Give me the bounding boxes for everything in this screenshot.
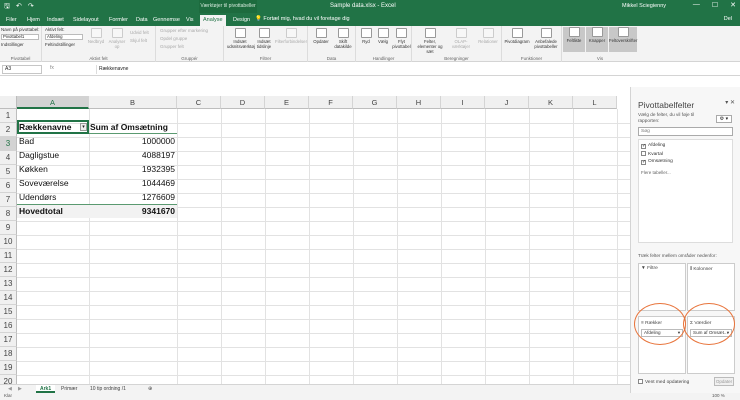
- highlight-circle-rows: [634, 303, 686, 345]
- defer-label: Vent med opdatering: [645, 380, 690, 385]
- pivot-item-label[interactable]: Køkken: [19, 162, 87, 176]
- pane-hint: Vælg de felter, du vil føje til rapporte…: [638, 112, 695, 123]
- sheet-tab-tip[interactable]: 10 tip ordning /1: [86, 385, 130, 393]
- sheet-nav-next-icon[interactable]: ▶: [14, 385, 26, 393]
- pivot-item-value[interactable]: 1000000: [90, 134, 175, 148]
- pivot-item-value[interactable]: 1932395: [90, 162, 175, 176]
- pivot-item-label[interactable]: Bad: [19, 134, 87, 148]
- field-checkbox-icon[interactable]: [641, 151, 646, 156]
- sheet-tab-primaer[interactable]: Primær: [57, 385, 81, 393]
- share-button[interactable]: Del: [724, 16, 732, 22]
- field-checkbox-checked-icon[interactable]: ✓: [641, 160, 646, 165]
- sheet-tab-ark1[interactable]: Ark1: [36, 385, 56, 393]
- defer-update-option[interactable]: Vent med opdatering: [638, 379, 689, 385]
- window-controls: — ☐ ✕: [693, 1, 736, 9]
- update-button[interactable]: Opdater: [714, 377, 734, 386]
- field-label: Omsætning: [648, 159, 673, 164]
- sheet-tab-bar: ◀ ▶ Ark1 Primær 10 tip ordning /1 ⊕: [0, 384, 630, 393]
- area-columns-header: ⫴ Kolonner: [690, 267, 713, 272]
- field-afdeling[interactable]: ✓ Afdeling: [641, 143, 665, 149]
- pivot-total-value[interactable]: 9341670: [90, 204, 175, 218]
- maximize-icon[interactable]: ☐: [712, 1, 718, 9]
- minimize-icon[interactable]: —: [693, 1, 700, 9]
- pane-close-icon[interactable]: ▾ ✕: [725, 99, 735, 106]
- pivot-item-label[interactable]: Soveværelse: [19, 176, 87, 190]
- field-label: Afdeling: [648, 143, 666, 148]
- field-label: Kvartal: [648, 152, 663, 157]
- pane-gear-icon[interactable]: ⚙ ▾: [716, 115, 732, 123]
- defer-checkbox-icon[interactable]: [638, 379, 643, 384]
- add-sheet-icon[interactable]: ⊕: [144, 385, 156, 393]
- pivot-table: Rækkenavne ▾ Sum af Omsætning Bad 100000…: [0, 0, 630, 400]
- pivot-header-value[interactable]: Sum af Omsætning: [90, 120, 176, 134]
- highlight-circle-values: [683, 303, 735, 345]
- pane-title: Pivottabelfelter: [638, 100, 695, 110]
- field-kvartal[interactable]: Kvartal: [641, 151, 663, 157]
- pivot-item-value[interactable]: 1276609: [90, 190, 175, 204]
- area-filters-header: ▼ Filtre: [641, 266, 658, 271]
- field-checkbox-checked-icon[interactable]: ✓: [641, 144, 646, 149]
- pane-drag-hint: Træk felter mellem områder nedenfor:: [638, 253, 717, 258]
- area-columns-label: Kolonner: [693, 267, 713, 272]
- pivot-item-label[interactable]: Dagligstue: [19, 148, 87, 162]
- pane-search-input[interactable]: Søg: [638, 127, 733, 136]
- pane-field-list: ✓ Afdeling Kvartal ✓ Omsætning Flere tabel…: [638, 139, 733, 243]
- area-filters-label: Filtre: [647, 266, 658, 271]
- field-omsaetning[interactable]: ✓ Omsætning: [641, 159, 673, 165]
- more-tables-link[interactable]: Flere tabeller...: [641, 170, 671, 175]
- status-bar: Klar 100 %: [0, 393, 740, 400]
- pivot-item-value[interactable]: 1044469: [90, 176, 175, 190]
- pivot-item-value[interactable]: 4088197: [90, 148, 175, 162]
- close-icon[interactable]: ✕: [730, 1, 736, 9]
- active-cell-border: [17, 120, 89, 134]
- status-ready: Klar: [4, 393, 13, 398]
- pivot-fields-pane: Pivottabelfelter ▾ ✕ Vælg de felter, du …: [630, 87, 740, 393]
- pivot-item-label[interactable]: Udendørs: [19, 190, 87, 204]
- zoom-level[interactable]: 100 %: [712, 393, 725, 398]
- pivot-total-label[interactable]: Hovedtotal: [19, 204, 87, 218]
